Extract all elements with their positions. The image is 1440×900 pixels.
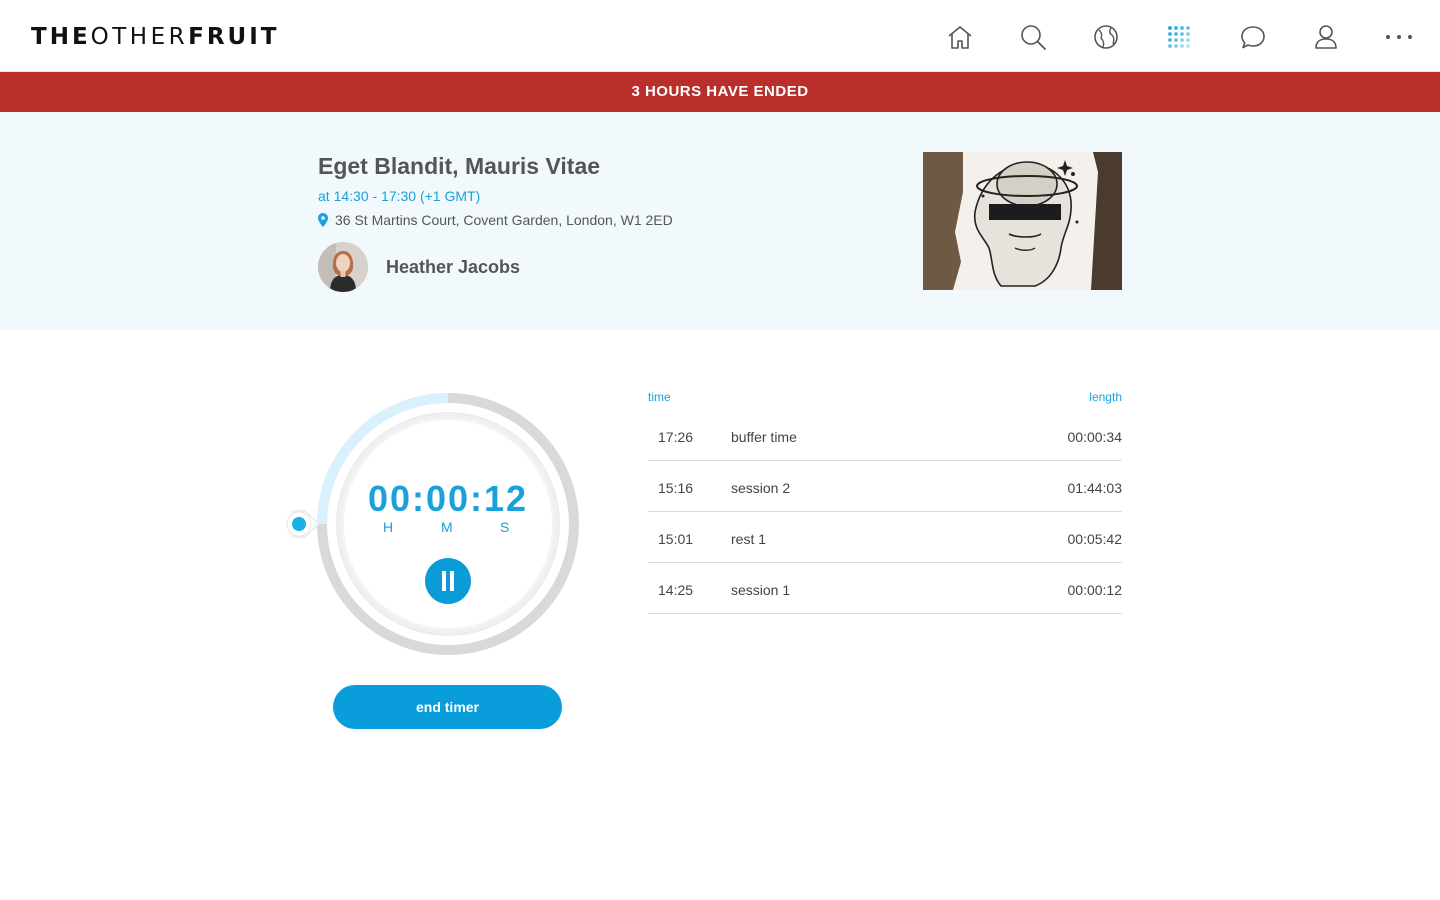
row-length: 00:05:42 [1067, 531, 1123, 547]
table-row[interactable]: 14:25 session 1 00:00:12 [648, 563, 1122, 614]
row-name: rest 1 [731, 531, 767, 547]
alert-banner: 3 HOURS HAVE ENDED [0, 72, 1440, 112]
event-time: at 14:30 - 17:30 (+1 GMT) [318, 188, 481, 204]
location-pin-icon [318, 213, 328, 227]
minutes-label: M [441, 519, 453, 535]
apps-grid-icon[interactable] [1164, 22, 1194, 52]
host-name: Heather Jacobs [386, 256, 521, 277]
table-row[interactable]: 17:26 buffer time 00:00:34 [648, 410, 1122, 461]
pause-icon-bar-left [442, 571, 446, 591]
row-name: session 1 [731, 582, 791, 598]
more-icon[interactable] [1384, 22, 1414, 52]
session-log-header: time length [648, 390, 1122, 410]
chat-icon[interactable] [1238, 22, 1268, 52]
row-length: 01:44:03 [1067, 480, 1123, 496]
row-length: 00:00:34 [1067, 429, 1123, 445]
length-column-header: length [1089, 390, 1122, 404]
search-icon[interactable] [1018, 22, 1048, 52]
end-timer-button[interactable]: end timer [333, 685, 562, 729]
top-bar: THEOTHERFRUIT [0, 0, 1440, 72]
pause-button[interactable] [425, 558, 471, 604]
home-icon[interactable] [945, 22, 975, 52]
row-time: 14:25 [658, 582, 694, 598]
session-log: time length 17:26 buffer time 00:00:34 1… [648, 390, 1122, 614]
main-nav [0, 22, 1440, 52]
globe-icon[interactable] [1091, 22, 1121, 52]
row-time: 15:16 [658, 480, 694, 496]
timer-display: 00:00:12 [367, 478, 529, 519]
event-artwork-image [923, 152, 1122, 290]
event-address-text: 36 St Martins Court, Covent Garden, Lond… [335, 212, 673, 228]
seconds-label: S [500, 519, 510, 535]
row-name: buffer time [731, 429, 797, 445]
hours-label: H [383, 519, 394, 535]
event-address: 36 St Martins Court, Covent Garden, Lond… [318, 212, 673, 228]
pause-icon-bar-right [450, 571, 454, 591]
user-icon[interactable] [1311, 22, 1341, 52]
event-title: Eget Blandit, Mauris Vitae [318, 153, 601, 179]
event-header: Eget Blandit, Mauris Vitae at 14:30 - 17… [0, 112, 1440, 330]
row-length: 00:00:12 [1067, 582, 1123, 598]
timer-units: H M S [380, 519, 520, 537]
row-time: 17:26 [658, 429, 694, 445]
host[interactable]: Heather Jacobs [318, 242, 520, 292]
time-column-header: time [648, 390, 671, 404]
row-time: 15:01 [658, 531, 694, 547]
table-row[interactable]: 15:16 session 2 01:44:03 [648, 461, 1122, 512]
row-name: session 2 [731, 480, 791, 496]
avatar [318, 242, 368, 292]
table-row[interactable]: 15:01 rest 1 00:05:42 [648, 512, 1122, 563]
